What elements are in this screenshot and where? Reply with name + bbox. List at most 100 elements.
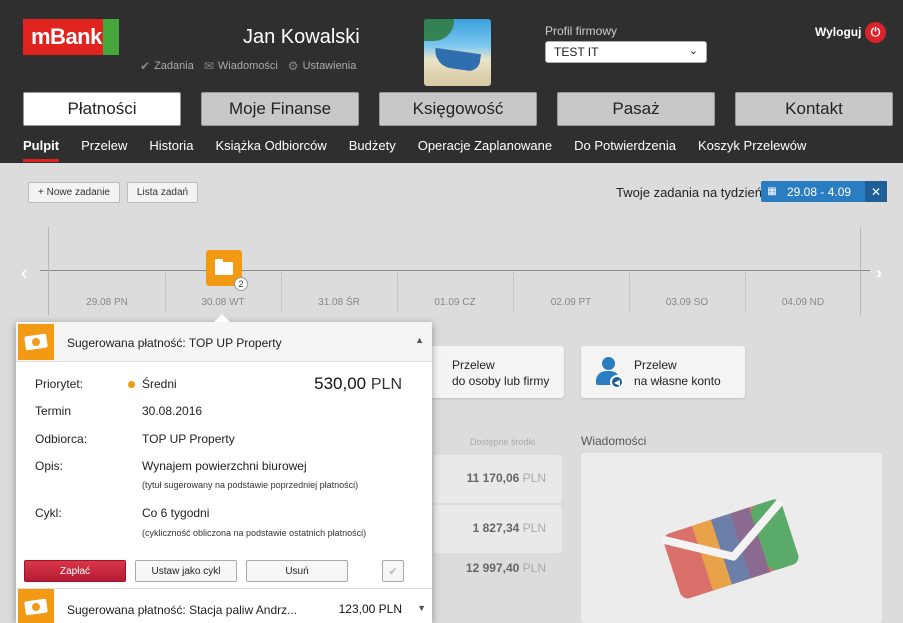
chevron-down-icon: ⌄ bbox=[688, 45, 698, 57]
tile-line1: Przelew bbox=[452, 358, 495, 372]
day-label[interactable]: 02.09 PT bbox=[513, 297, 629, 308]
subnav-budzety[interactable]: Budżety bbox=[349, 138, 396, 162]
balance-currency: PLN bbox=[522, 471, 546, 485]
logout-link[interactable]: Wyloguj bbox=[815, 25, 861, 39]
chevron-left-icon[interactable]: ‹ bbox=[21, 263, 27, 284]
subnav-przelew[interactable]: Przelew bbox=[81, 138, 127, 162]
timeline-axis bbox=[40, 270, 870, 271]
subnav-koszyk-przelewow[interactable]: Koszyk Przelewów bbox=[698, 138, 806, 162]
day-label[interactable]: 31.08 ŚR bbox=[281, 297, 397, 308]
close-icon[interactable]: ✕ bbox=[865, 181, 887, 202]
person-transfer-icon: ◀ bbox=[594, 355, 628, 389]
priority-label: Priorytet: bbox=[35, 377, 84, 391]
amount-value: 530,00 bbox=[314, 374, 367, 393]
subnav-historia[interactable]: Historia bbox=[149, 138, 193, 162]
recipient-label: Odbiorca: bbox=[35, 432, 88, 446]
chevron-right-icon[interactable]: › bbox=[876, 263, 882, 284]
tab-ksiegowosc[interactable]: Księgowość bbox=[379, 92, 537, 126]
next-suggestion-amount: 123,00 PLN bbox=[338, 602, 402, 616]
amount-currency: PLN bbox=[370, 376, 402, 393]
subnav-pulpit[interactable]: Pulpit bbox=[23, 138, 60, 162]
task-list-button[interactable]: Lista zadań bbox=[127, 182, 198, 203]
envelope-icon: ✉ bbox=[203, 59, 214, 73]
day-label[interactable]: 04.09 ND bbox=[745, 297, 861, 308]
tile-line2: na własne konto bbox=[634, 374, 721, 388]
next-suggestion-row[interactable]: Sugerowana płatność: Stacja paliw Andrz.… bbox=[16, 588, 432, 623]
gear-icon: ⚙ bbox=[287, 59, 299, 73]
tab-kontakt[interactable]: Kontakt bbox=[735, 92, 893, 126]
balance-value: 12 997,40 bbox=[465, 561, 520, 575]
next-suggestion-title: Sugerowana płatność: Stacja paliw Andrz.… bbox=[67, 603, 298, 617]
task-count-badge: 2 bbox=[234, 277, 248, 291]
week-range-pill[interactable]: ▦ 29.08 - 4.09 ✕ bbox=[761, 181, 887, 202]
news-panel[interactable] bbox=[581, 453, 882, 623]
envelope-illustration-icon bbox=[661, 498, 799, 599]
messages-link-label: Wiadomości bbox=[217, 60, 278, 72]
account-balance[interactable]: 11 170,06 PLN bbox=[434, 455, 562, 503]
tab-moje-finanse[interactable]: Moje Finanse bbox=[201, 92, 359, 126]
tile-line2: do osoby lub firmy bbox=[452, 374, 550, 388]
pay-button[interactable]: Zapłać bbox=[24, 560, 126, 582]
new-task-button[interactable]: + Nowe zadanie bbox=[28, 182, 120, 203]
tasks-link[interactable]: ✔ Zadania bbox=[140, 59, 194, 73]
power-icon[interactable]: ⏻ bbox=[865, 22, 886, 43]
term-label: Termin bbox=[35, 404, 72, 418]
profile-select[interactable]: TEST IT ⌄ bbox=[545, 41, 707, 63]
available-funds-label: Dostępne środki bbox=[470, 437, 536, 447]
user-name: Jan Kowalski bbox=[243, 26, 360, 48]
day-label[interactable]: 01.09 CZ bbox=[397, 297, 513, 308]
profile-selected-value: TEST IT bbox=[554, 45, 599, 59]
checkmark-icon[interactable]: ✔ bbox=[382, 560, 404, 582]
priority-value: Średni bbox=[142, 377, 177, 391]
sub-nav: Pulpit Przelew Historia Książka Odbiorcó… bbox=[23, 138, 806, 162]
set-cycle-button[interactable]: Ustaw jako cykl bbox=[135, 560, 237, 582]
check-icon: ✔ bbox=[140, 59, 151, 73]
messages-link[interactable]: ✉ Wiadomości bbox=[204, 59, 278, 73]
caret-up-icon[interactable]: ▲ bbox=[415, 335, 424, 345]
suggested-payment-popup: Sugerowana płatność: TOP UP Property ▲ P… bbox=[16, 314, 432, 623]
subnav-operacje-zaplanowane[interactable]: Operacje Zaplanowane bbox=[418, 138, 552, 162]
payment-icon bbox=[18, 324, 54, 360]
week-label: Twoje zadania na tydzień bbox=[616, 185, 762, 200]
popup-title: Sugerowana płatność: TOP UP Property bbox=[67, 336, 282, 350]
tab-pasaz[interactable]: Pasaż bbox=[557, 92, 715, 126]
payment-amount: 530,00 PLN bbox=[314, 374, 402, 394]
main-tabs: Płatności Moje Finanse Księgowość Pasaż … bbox=[23, 92, 893, 126]
transfer-to-person-tile[interactable]: Przelew do osoby lub firmy bbox=[430, 346, 564, 398]
description-note: (tytuł sugerowany na podstawie poprzedni… bbox=[142, 480, 359, 490]
news-title: Wiadomości bbox=[581, 434, 647, 448]
cycle-label: Cykl: bbox=[35, 506, 62, 520]
tasks-link-label: Zadania bbox=[154, 60, 194, 72]
mbank-logo[interactable]: mBank bbox=[23, 19, 119, 55]
popup-header[interactable]: Sugerowana płatność: TOP UP Property ▲ bbox=[16, 322, 432, 362]
boat-shape bbox=[432, 47, 482, 73]
total-balance: 12 997,40 PLN bbox=[434, 561, 562, 575]
transfer-own-account-tile[interactable]: ◀ Przelew na własne konto bbox=[581, 346, 745, 398]
palm-tree-shape bbox=[424, 19, 454, 41]
cycle-note: (cykliczność obliczona na podstawie osta… bbox=[142, 528, 367, 538]
payment-icon bbox=[18, 589, 54, 623]
user-links: ✔ Zadania ✉ Wiadomości ⚙ Ustawienia bbox=[140, 59, 356, 73]
day-label[interactable]: 29.08 PN bbox=[49, 297, 165, 308]
tile-line1: Przelew bbox=[634, 358, 677, 372]
tab-platnosci[interactable]: Płatności bbox=[23, 92, 181, 126]
top-header: mBank Jan Kowalski ✔ Zadania ✉ Wiadomośc… bbox=[0, 0, 903, 163]
recipient-value: TOP UP Property bbox=[142, 432, 235, 446]
subnav-ksiazka-odbiorcow[interactable]: Książka Odbiorców bbox=[215, 138, 326, 162]
settings-link-label: Ustawienia bbox=[302, 60, 357, 72]
profile-label: Profil firmowy bbox=[545, 24, 618, 38]
subnav-do-potwierdzenia[interactable]: Do Potwierdzenia bbox=[574, 138, 676, 162]
caret-down-icon[interactable]: ▼ bbox=[417, 603, 426, 613]
week-range: 29.08 - 4.09 bbox=[787, 184, 852, 199]
avatar[interactable] bbox=[424, 19, 491, 86]
balance-value: 1 827,34 bbox=[472, 521, 520, 535]
account-balance[interactable]: 1 827,34 PLN bbox=[434, 505, 562, 553]
day-label[interactable]: 03.09 SO bbox=[629, 297, 745, 308]
priority-dot bbox=[128, 381, 135, 388]
delete-button[interactable]: Usuń bbox=[246, 560, 348, 582]
settings-link[interactable]: ⚙ Ustawienia bbox=[288, 59, 357, 73]
calendar-icon: ▦ bbox=[767, 186, 777, 197]
balance-currency: PLN bbox=[522, 521, 546, 535]
day-label[interactable]: 30.08 WT bbox=[165, 297, 281, 308]
balance-currency: PLN bbox=[522, 561, 546, 575]
